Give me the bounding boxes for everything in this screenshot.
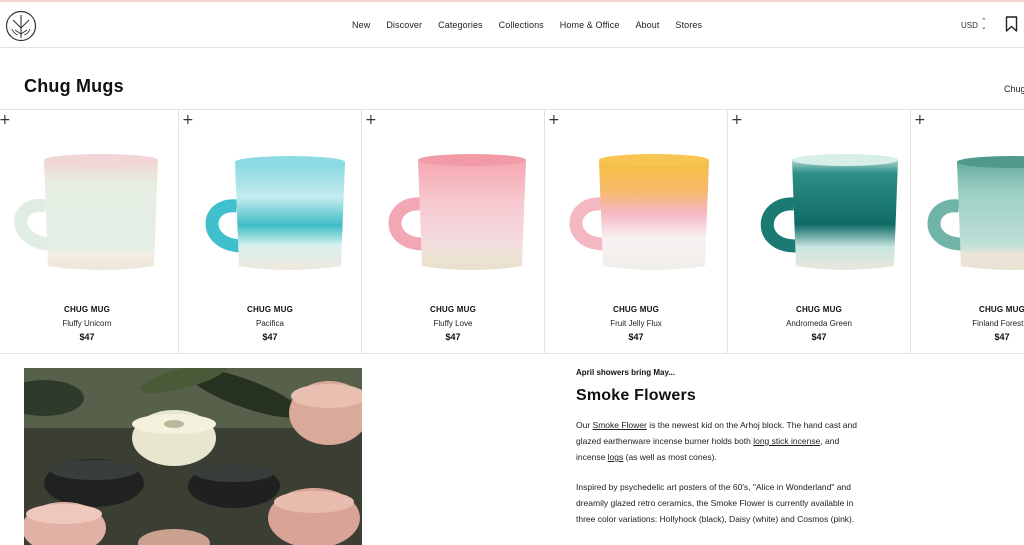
plus-icon[interactable]: + (0, 113, 11, 127)
nav-categories[interactable]: Categories (438, 20, 483, 30)
text-run: (as well as most cones). (623, 452, 717, 462)
nav-discover[interactable]: Discover (386, 20, 422, 30)
product-card[interactable]: + CHUG MUG Fluffy Love $47 (362, 110, 545, 353)
product-image (760, 154, 898, 270)
product-row: + CHUG MUG Fluffy Unicorn $47 + CHUG MUG… (0, 109, 1024, 354)
nav-about[interactable]: About (635, 20, 659, 30)
product-variant: Finland Forest G (972, 319, 1024, 328)
product-card[interactable]: + CHUG MUG Finland Forest G $47 (911, 110, 1024, 353)
page-title: Chug Mugs (24, 76, 124, 96)
bookmark-icon[interactable] (1005, 16, 1018, 32)
product-name: CHUG MUG (63, 305, 111, 314)
category-link-partial[interactable]: Chug (1004, 84, 1024, 94)
product-variant: Andromeda Green (786, 319, 852, 328)
product-name: CHUG MUG (978, 305, 1024, 314)
product-variant: Fluffy Love (433, 319, 473, 328)
long-stick-incense-link[interactable]: long stick incense (753, 436, 820, 446)
plus-icon[interactable]: + (914, 113, 926, 127)
product-image (927, 156, 1024, 270)
product-card[interactable]: + CHUG MUG Fruit Jelly Flux $47 (545, 110, 728, 353)
feature-paragraph-2: Inspired by psychedelic art posters of t… (576, 482, 855, 524)
product-name: CHUG MUG (429, 305, 477, 314)
product-price: $47 (628, 332, 644, 342)
plus-icon[interactable]: + (731, 113, 743, 127)
smoke-flower-link[interactable]: Smoke Flower (593, 420, 647, 430)
product-card[interactable]: + CHUG MUG Pacifica $47 (179, 110, 362, 353)
product-variant: Fluffy Unicorn (62, 319, 112, 328)
feature-title: Smoke Flowers (576, 387, 696, 404)
text-run: Our (576, 420, 593, 430)
product-variant: Fruit Jelly Flux (610, 319, 662, 328)
product-variant: Pacifica (255, 319, 284, 328)
sort-updown-icon: ⌃ ⌄ (980, 18, 987, 31)
product-image (14, 154, 158, 270)
feature-text: April showers bring May... Smoke Flowers… (576, 368, 866, 527)
product-name: CHUG MUG (246, 305, 294, 314)
logs-link[interactable]: logs (608, 452, 624, 462)
product-card[interactable]: + CHUG MUG Fluffy Unicorn $47 (0, 110, 179, 353)
product-image (569, 154, 709, 270)
product-price: $47 (262, 332, 278, 342)
product-image (205, 156, 345, 270)
nav-home-office[interactable]: Home & Office (560, 20, 620, 30)
feature-image[interactable] (24, 368, 362, 545)
plus-icon[interactable]: + (365, 113, 377, 127)
currency-label: USD (961, 20, 978, 30)
nav-collections[interactable]: Collections (499, 20, 544, 30)
product-name: CHUG MUG (795, 305, 843, 314)
product-price: $47 (79, 332, 95, 342)
nav-stores[interactable]: Stores (675, 20, 702, 30)
product-image (388, 154, 526, 270)
site-header: New Discover Categories Collections Home… (0, 2, 1024, 48)
feature-eyebrow: April showers bring May... (576, 368, 675, 377)
currency-select[interactable]: USD ⌃ ⌄ (961, 18, 987, 31)
product-card[interactable]: + CHUG MUG Andromeda Green $47 (728, 110, 911, 353)
product-price: $47 (994, 332, 1010, 342)
product-price: $47 (445, 332, 461, 342)
feature-paragraph-1: Our Smoke Flower is the newest kid on th… (576, 417, 866, 465)
plus-icon[interactable]: + (548, 113, 560, 127)
plus-icon[interactable]: + (182, 113, 194, 127)
arhoj-logo-icon[interactable] (5, 10, 37, 42)
product-price: $47 (811, 332, 827, 342)
nav-new[interactable]: New (352, 20, 370, 30)
main-nav: New Discover Categories Collections Home… (352, 2, 718, 48)
product-name: CHUG MUG (612, 305, 660, 314)
